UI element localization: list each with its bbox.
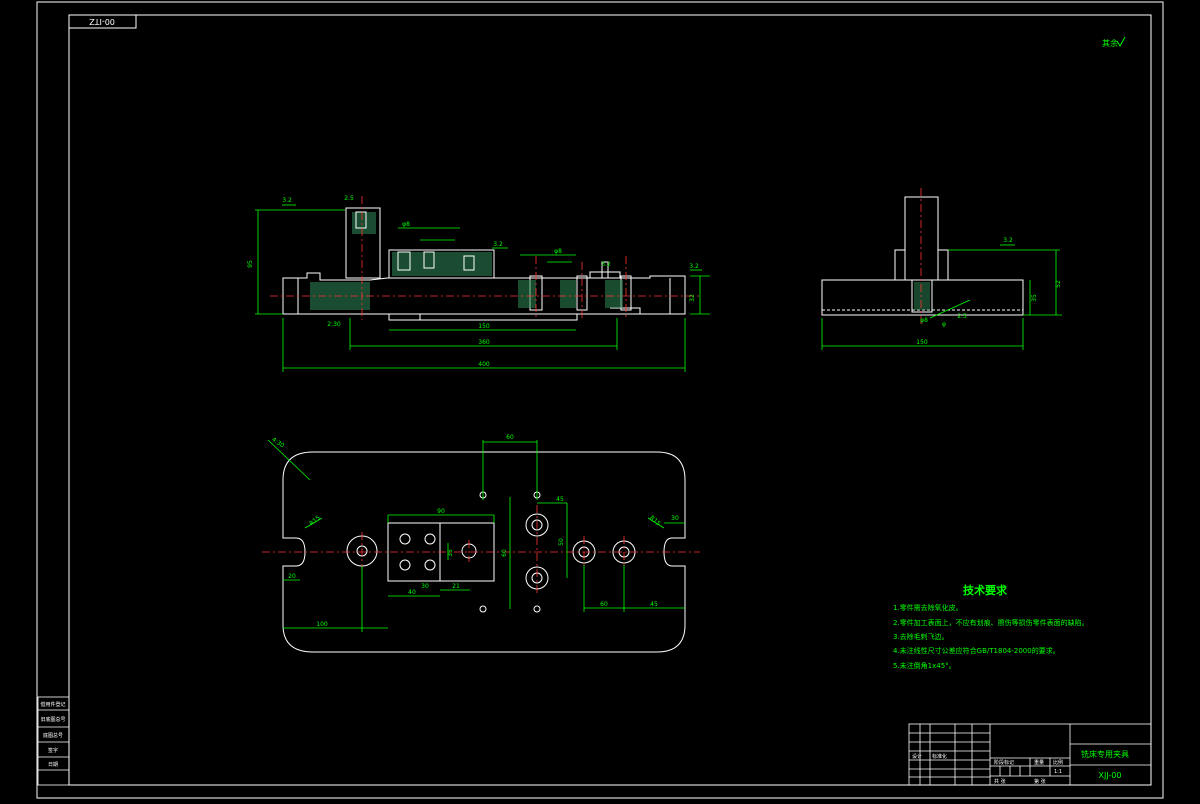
- tech-heading: 技术要求: [963, 583, 1008, 597]
- dim-label: 3.2: [601, 261, 611, 268]
- left-column-cell: 借用件登记: [40, 701, 65, 708]
- dim-label: 2.5: [344, 195, 354, 202]
- drawing-sheet: 00-ITZ 其余 3.2 95 2.5 3.2 φ8 φ8 3.2 3.2 1…: [0, 0, 1200, 800]
- left-column: [37, 696, 70, 786]
- dim-label: 35: [1031, 294, 1038, 302]
- left-column-labels: 借用件登记 旧底图总号 底图总号 签字 日期: [40, 701, 65, 768]
- dim-label: φ8: [554, 248, 562, 255]
- dim-label: 2:30: [327, 321, 341, 328]
- dim-label: 400: [478, 361, 490, 368]
- dim-label: 40: [408, 589, 416, 596]
- dim-label: 150: [478, 323, 490, 330]
- design-label: 设计: [912, 753, 922, 760]
- dim-label: φ: [942, 321, 946, 328]
- sheets-label: 共 张: [994, 778, 1006, 785]
- front-view-hatch: [310, 212, 623, 310]
- outer-frame: [36, 1, 1164, 799]
- cad-drawing: 00-ITZ 其余 3.2 95 2.5 3.2 φ8 φ8 3.2 3.2 1…: [36, 1, 1164, 799]
- tech-item: 5.未注倒角1x45°。: [893, 661, 956, 670]
- dim-label: 60: [501, 549, 508, 557]
- plan-view-centerlines: [262, 505, 700, 596]
- dim-label: φ8: [402, 221, 410, 228]
- dim-label: 52: [1055, 280, 1062, 288]
- roughness-note: 其余: [1102, 38, 1118, 48]
- plan-dim-labels: 4:30 60 90 45 40 30 21 35 60 50 60 100 4…: [270, 434, 679, 628]
- dim-label: R15: [308, 514, 322, 527]
- dim-label: 45: [556, 496, 564, 503]
- dim-label: 35: [447, 549, 454, 557]
- dim-label: 21: [452, 583, 460, 590]
- dim-label: 150: [916, 339, 928, 346]
- dim-label: 360: [478, 339, 490, 346]
- plan-view-dimensions: [267, 439, 685, 632]
- dim-label: 95: [247, 260, 254, 268]
- drawing-code: XJJ-00: [1099, 771, 1122, 780]
- weight-label: 重量: [1034, 759, 1044, 766]
- roughness-symbol-icon: [1116, 36, 1126, 47]
- tech-item: 2.零件加工表面上，不应有划痕、擦伤等损伤零件表面的缺陷。: [893, 618, 1089, 627]
- left-column-cell: 日期: [48, 762, 58, 768]
- stage-label: 阶段标记: [994, 759, 1014, 766]
- tech-requirements: 技术要求 1.零件需去除氧化皮。 2.零件加工表面上，不应有划痕、擦伤等损伤零件…: [893, 583, 1089, 670]
- scale-label: 比例: [1053, 759, 1063, 766]
- dim-label: 30: [671, 515, 679, 522]
- dim-label: 100: [316, 621, 328, 628]
- dim-label: 45: [650, 601, 658, 608]
- dim-label: 50: [558, 538, 565, 546]
- side-view-dimensions: [821, 244, 1062, 350]
- scale-value: 1:1: [1054, 769, 1062, 775]
- standard-label: 标准化: [932, 753, 947, 760]
- sheet-label: 第 张: [1034, 778, 1046, 785]
- inner-frame: [68, 14, 1152, 786]
- dim-label: 32: [689, 294, 696, 302]
- tech-item: 4.未注线性尺寸公差应符合GB/T1804-2000的要求。: [893, 646, 1060, 655]
- drawing-number: 00-ITZ: [89, 17, 115, 26]
- tech-item: 1.零件需去除氧化皮。: [893, 603, 963, 612]
- dim-label: 3.2: [689, 263, 699, 270]
- dim-label: 2.5: [957, 313, 967, 320]
- side-view-hatch: [914, 282, 930, 310]
- dim-label: 3.2: [493, 241, 503, 248]
- dim-label: 20: [288, 573, 296, 580]
- dim-label: 30: [421, 583, 429, 590]
- dim-label: φ8: [920, 317, 928, 324]
- dim-label: 90: [437, 508, 445, 515]
- dim-label: 3.2: [1003, 237, 1013, 244]
- left-column-cell: 底图总号: [43, 732, 63, 739]
- dim-label: 3.2: [282, 197, 292, 204]
- dim-label: 60: [506, 434, 514, 441]
- dim-label: 4:30: [270, 436, 285, 450]
- left-column-cell: 签字: [48, 747, 58, 754]
- dim-label: 60: [600, 601, 608, 608]
- left-column-cell: 旧底图总号: [40, 716, 65, 723]
- tech-item: 3.去除毛刺飞边。: [893, 632, 949, 641]
- drawing-title: 铣床专用夹具: [1081, 749, 1129, 759]
